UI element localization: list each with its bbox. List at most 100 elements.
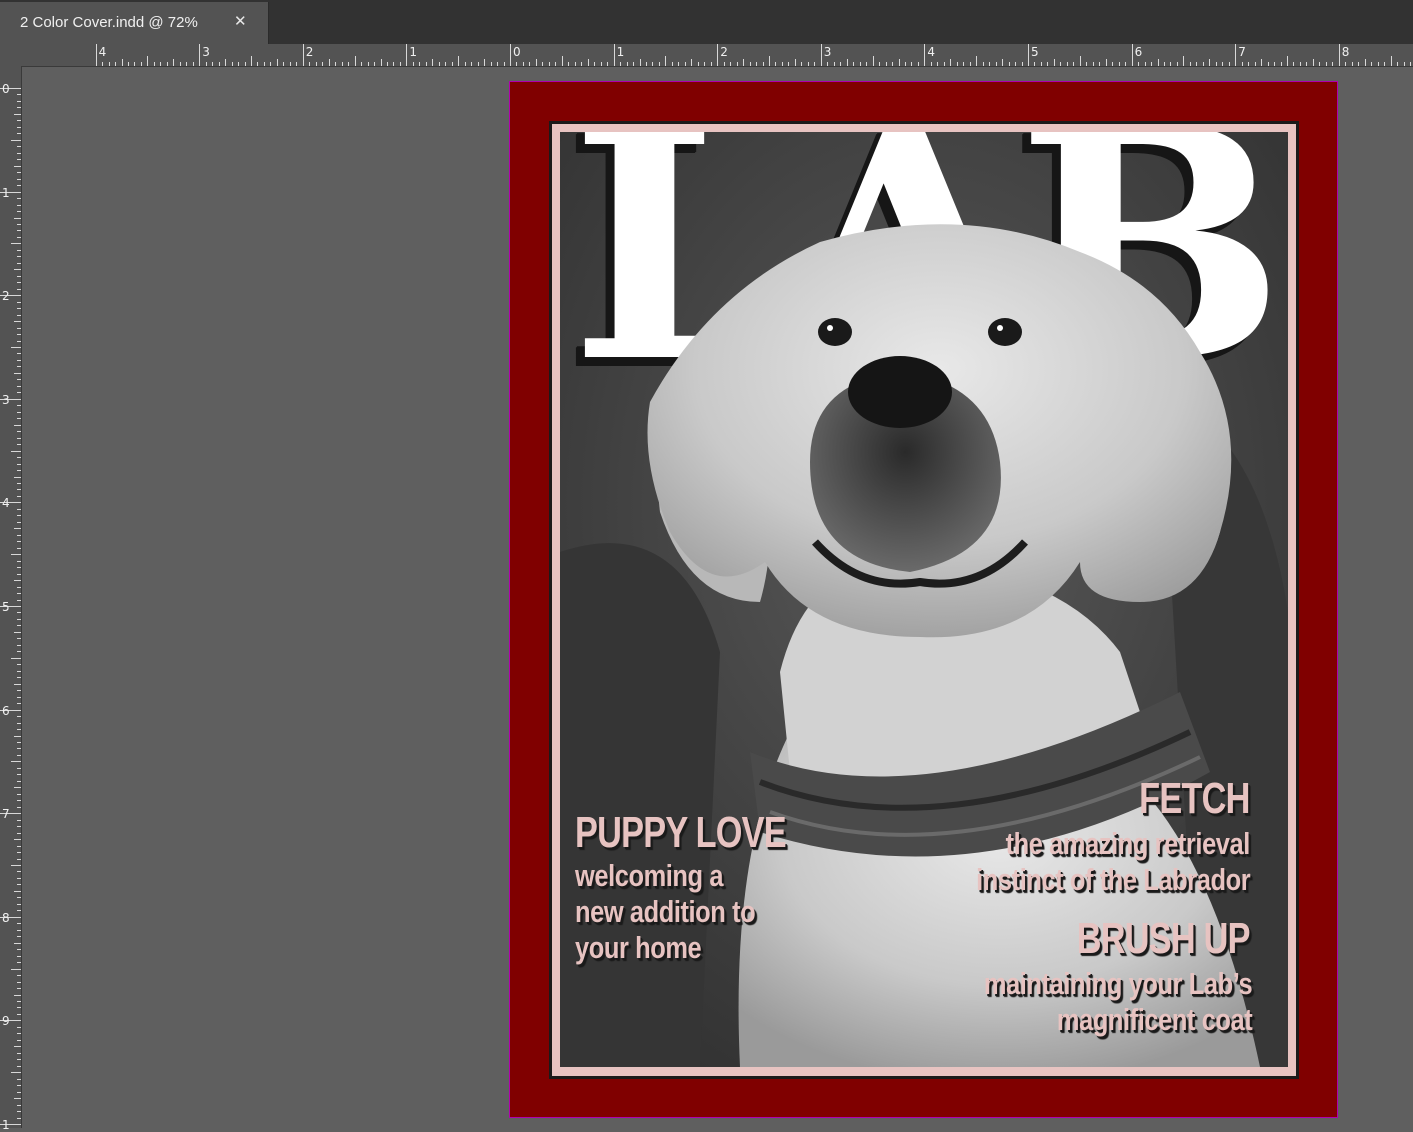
puppy-love-headline[interactable]: PUPPY LOVE (575, 808, 787, 858)
dog-photo[interactable]: LAB PUPPY LOVE welcoming a new addition … (560, 132, 1288, 1067)
ruler-minor-tick (1125, 62, 1127, 66)
ruler-minor-tick (17, 625, 21, 627)
ruler-minor-tick (270, 62, 272, 66)
ruler-minor-tick (1099, 62, 1101, 66)
ruler-minor-tick (633, 62, 635, 66)
ruler-label: 3 (2, 392, 10, 407)
ruler-minor-tick (17, 722, 21, 724)
ruler-minor-tick (827, 62, 829, 66)
ruler-minor-tick (17, 748, 21, 750)
ruler-minor-tick (17, 1059, 21, 1061)
ruler-label: 9 (2, 1014, 10, 1029)
ruler-major-tick (1235, 44, 1237, 66)
ruler-minor-tick (17, 211, 21, 213)
ruler-minor-tick (555, 62, 557, 66)
ruler-minor-tick (11, 1072, 21, 1074)
ruler-minor-tick (14, 165, 21, 167)
puppy-love-line-1[interactable]: welcoming a (575, 858, 723, 894)
ruler-minor-tick (723, 62, 725, 66)
ruler-minor-tick (652, 62, 654, 66)
ruler-label: 1 (2, 1118, 10, 1132)
ruler-minor-tick (898, 59, 900, 66)
ruler-minor-tick (276, 59, 278, 66)
ruler-minor-tick (1248, 62, 1250, 66)
horizontal-ruler[interactable]: 4 3 2 1 0 1 2 3 4 5 6 7 8 (22, 44, 1413, 67)
vertical-ruler[interactable]: 0 1 2 3 4 5 6 7 8 9 1 (0, 66, 22, 1132)
fetch-headline[interactable]: FETCH (1140, 774, 1251, 824)
document-tab-title[interactable]: 2 Color Cover.indd @ 72% (20, 14, 198, 31)
brush-up-headline[interactable]: BRUSH UP (1077, 914, 1251, 964)
ruler-label: 0 (2, 82, 10, 96)
ruler-minor-tick (147, 56, 149, 66)
ruler-minor-tick (374, 62, 376, 66)
ruler-label: 5 (2, 600, 10, 614)
ruler-minor-tick (186, 62, 188, 66)
fetch-line-1[interactable]: the amazing retrieval (1006, 826, 1251, 862)
ruler-minor-tick (17, 198, 21, 200)
ruler-minor-tick (1306, 62, 1308, 66)
document-tab[interactable]: 2 Color Cover.indd @ 72% ✕ (0, 2, 269, 44)
brush-up-line-2[interactable]: magnificent coat (1057, 1002, 1253, 1038)
ruler-minor-tick (121, 59, 123, 66)
ruler-minor-tick (17, 185, 21, 187)
puppy-love-line-3[interactable]: your home (575, 930, 702, 966)
ruler-minor-tick (218, 62, 220, 66)
close-icon[interactable]: ✕ (234, 12, 247, 30)
ruler-minor-tick (814, 62, 816, 66)
ruler-label: 3 (202, 45, 210, 59)
ruler-minor-tick (17, 832, 21, 834)
ruler-minor-tick (1118, 62, 1120, 66)
ruler-minor-tick (1047, 62, 1049, 66)
ruler-minor-tick (600, 62, 602, 66)
fetch-line-2[interactable]: instinct of the Labrador (976, 862, 1250, 898)
ruler-minor-tick (1021, 62, 1023, 66)
ruler-minor-tick (17, 644, 21, 646)
ruler-minor-tick (1144, 62, 1146, 66)
ruler-minor-tick (160, 62, 162, 66)
ruler-minor-tick (1390, 56, 1392, 66)
ruler-minor-tick (17, 1052, 21, 1054)
ruler-minor-tick (231, 62, 233, 66)
ruler-minor-tick (17, 800, 21, 802)
ruler-minor-tick (639, 59, 641, 66)
brush-up-line-1[interactable]: maintaining your Lab’s (984, 966, 1253, 1002)
ruler-minor-tick (11, 657, 21, 659)
ruler-minor-tick (548, 62, 550, 66)
ruler-major-tick (924, 44, 926, 66)
ruler-minor-tick (1325, 62, 1327, 66)
ruler-minor-tick (17, 236, 21, 238)
ruler-minor-tick (1312, 59, 1314, 66)
ruler-minor-tick (17, 1104, 21, 1106)
ruler-minor-tick (17, 949, 21, 951)
ruler-minor-tick (969, 62, 971, 66)
ruler-minor-tick (1008, 62, 1010, 66)
ruler-minor-tick (17, 1111, 21, 1113)
ruler-minor-tick (17, 929, 21, 931)
ruler-minor-tick (17, 651, 21, 653)
ruler-minor-tick (17, 133, 21, 135)
ruler-minor-tick (17, 975, 21, 977)
ruler-label: 4 (927, 45, 936, 59)
ruler-minor-tick (503, 62, 505, 66)
ruler-origin-corner[interactable] (0, 44, 23, 67)
ruler-minor-tick (17, 340, 21, 342)
ruler-minor-tick (11, 243, 21, 245)
ruler-minor-tick (574, 62, 576, 66)
ruler-minor-tick (458, 56, 460, 66)
ruler-minor-tick (17, 444, 21, 446)
ruler-minor-tick (17, 845, 21, 847)
ruler-minor-tick (620, 62, 622, 66)
ruler-minor-tick (1079, 56, 1081, 66)
cover-page[interactable]: LAB PUPPY LOVE welcoming a new addition … (509, 81, 1338, 1118)
ruler-minor-tick (153, 62, 155, 66)
ruler-minor-tick (904, 62, 906, 66)
ruler-minor-tick (1280, 62, 1282, 66)
ruler-label: 7 (1238, 45, 1246, 59)
ruler-minor-tick (263, 62, 265, 66)
ruler-minor-tick (1163, 62, 1165, 66)
ruler-minor-tick (341, 62, 343, 66)
ruler-minor-tick (17, 593, 21, 595)
puppy-love-line-2[interactable]: new addition to (575, 894, 756, 930)
ruler-minor-tick (1202, 62, 1204, 66)
ruler-minor-tick (710, 62, 712, 66)
